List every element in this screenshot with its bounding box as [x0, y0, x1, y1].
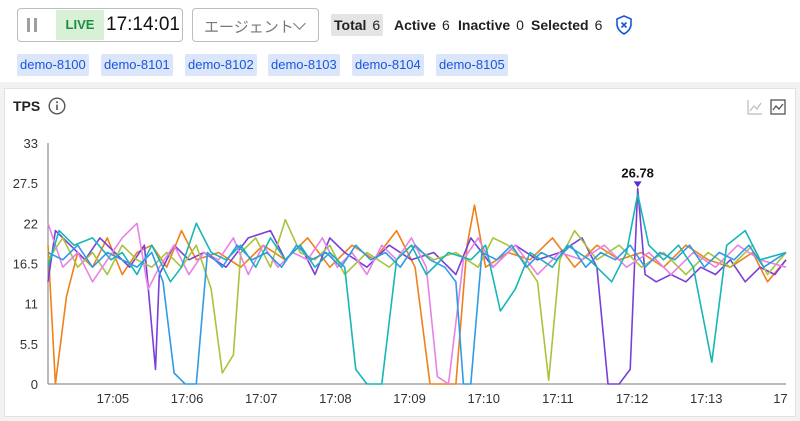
- series-line-6: [47, 244, 787, 385]
- peak-label: 26.78: [621, 165, 654, 180]
- x-tick-label: 17:11: [542, 391, 574, 406]
- x-tick-label: 17:06: [171, 391, 204, 406]
- tps-line-chart: 0 5.5 11 16.5 22 27.5 33 17:05 17:06 17:07 17:08 17…: [13, 136, 788, 406]
- y-tick-label: 16.5: [13, 257, 38, 272]
- x-tick-label: 17:07: [245, 391, 278, 406]
- y-tick-label: 11: [25, 297, 39, 312]
- y-tick-label: 0: [31, 377, 38, 392]
- y-tick-label: 27.5: [13, 176, 38, 191]
- x-tick-label: 17:05: [97, 391, 130, 406]
- y-tick-label: 5.5: [20, 337, 38, 352]
- x-tick-label: 17:09: [393, 391, 426, 406]
- y-tick-label: 22: [24, 216, 38, 231]
- peak-marker: [633, 181, 642, 188]
- y-tick-label: 33: [24, 136, 38, 151]
- x-tick-label: 17:10: [467, 391, 500, 406]
- x-tick-label: 17:13: [690, 391, 723, 406]
- x-tick-label: 17: [773, 391, 787, 406]
- x-tick-label: 17:08: [319, 391, 352, 406]
- x-tick-label: 17:12: [616, 391, 649, 406]
